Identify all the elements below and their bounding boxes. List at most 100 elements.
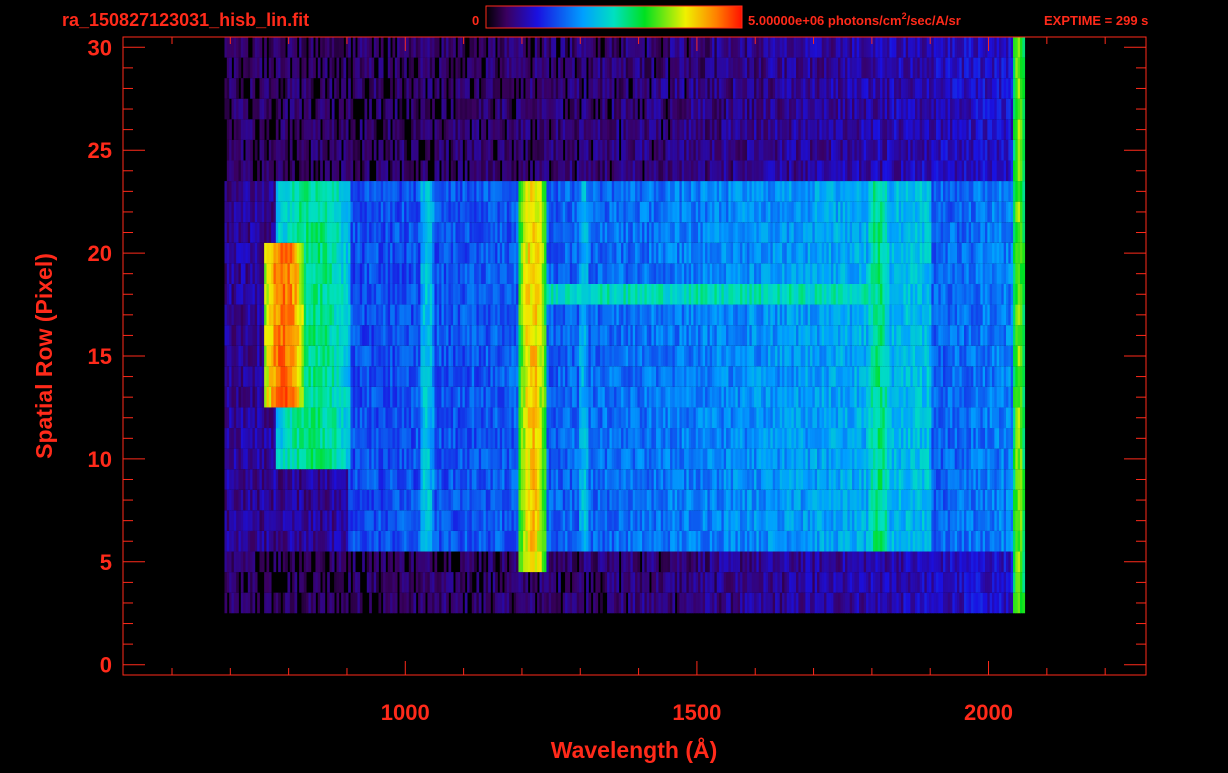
heatmap-cell (600, 530, 603, 552)
heatmap-cell (518, 304, 522, 326)
heatmap-cell (530, 304, 533, 326)
heatmap-cell (329, 428, 333, 449)
heatmap-cell (737, 407, 741, 429)
heatmap-cell (471, 428, 475, 449)
heatmap-cell (231, 407, 235, 429)
heatmap-cell (805, 386, 809, 408)
heatmap-cell (866, 345, 869, 367)
heatmap-cell (247, 510, 251, 531)
heatmap-cell (747, 386, 750, 408)
heatmap-cell (632, 366, 636, 387)
heatmap-cell (539, 572, 543, 593)
heatmap-cell (602, 530, 606, 552)
heatmap-cell (826, 325, 830, 346)
heatmap-cell (982, 530, 986, 552)
heatmap-cell (357, 530, 361, 552)
heatmap-cell (294, 448, 298, 470)
heatmap-cell (705, 304, 708, 326)
heatmap-cell (530, 469, 533, 490)
heatmap-cell (313, 428, 316, 449)
heatmap-cell (341, 304, 344, 326)
heatmap-cell (730, 386, 734, 408)
heatmap-cell (709, 489, 713, 511)
heatmap-cell (296, 304, 300, 326)
heatmap-cell (681, 530, 685, 552)
heatmap-cell (357, 510, 361, 531)
heatmap-cell (308, 366, 312, 387)
heatmap-cell (231, 592, 235, 614)
heatmap-cell (975, 572, 979, 593)
heatmap-cell (924, 386, 928, 408)
heatmap-cell (492, 366, 496, 387)
heatmap-cell (639, 428, 643, 449)
heatmap-cell (861, 366, 865, 387)
heatmap-cell (224, 407, 228, 429)
heatmap-cell (908, 592, 911, 614)
heatmap-cell (399, 551, 403, 573)
heatmap-cell (994, 386, 998, 408)
heatmap-cell (803, 448, 806, 470)
heatmap-cell (980, 530, 984, 552)
heatmap-cell (413, 366, 417, 387)
heatmap-cell (609, 530, 613, 552)
heatmap-cell (420, 386, 424, 408)
heatmap-cell (336, 530, 340, 552)
heatmap-cell (268, 304, 272, 326)
heatmap-cell (1022, 469, 1026, 490)
heatmap-cell (814, 551, 818, 573)
heatmap-cell (525, 592, 529, 614)
heatmap-cell (1017, 572, 1021, 593)
heatmap-cell (495, 592, 498, 614)
heatmap-cell (684, 489, 687, 511)
heatmap-cell (551, 530, 554, 552)
heatmap-cell (611, 530, 615, 552)
heatmap-cell (427, 407, 431, 429)
heatmap-cell (950, 386, 953, 408)
heatmap-cell (287, 386, 291, 408)
heatmap-cell (784, 510, 788, 531)
heatmap-cell (415, 551, 419, 573)
heatmap-cell (896, 386, 900, 408)
heatmap-cell (317, 304, 321, 326)
heatmap-cell (978, 448, 981, 470)
heatmap-cell (940, 551, 944, 573)
heatmap-cell (775, 551, 778, 573)
heatmap-cell (842, 366, 846, 387)
heatmap-cell (875, 551, 879, 573)
heatmap-cell (611, 366, 615, 387)
heatmap-cell (579, 366, 582, 387)
heatmap-cell (660, 551, 664, 573)
heatmap-cell (758, 366, 762, 387)
heatmap-cell (408, 489, 412, 511)
heatmap-cell (999, 489, 1002, 511)
heatmap-cell (448, 572, 452, 593)
heatmap-cell (282, 551, 286, 573)
heatmap-cell (355, 345, 358, 367)
heatmap-cell (989, 510, 993, 531)
heatmap-cell (350, 304, 354, 326)
heatmap-cell (691, 325, 694, 346)
heatmap-cell (672, 304, 676, 326)
heatmap-cell (352, 530, 356, 552)
heatmap-cell (658, 469, 662, 490)
heatmap-cell (343, 345, 347, 367)
heatmap-cell (681, 304, 685, 326)
heatmap-cell (744, 366, 748, 387)
heatmap-cell (693, 572, 697, 593)
heatmap-cell (894, 448, 897, 470)
heatmap-cell (842, 428, 846, 449)
heatmap-cell (399, 428, 403, 449)
heatmap-cell (947, 386, 951, 408)
heatmap-cell (971, 325, 974, 346)
heatmap-cell (254, 366, 258, 387)
heatmap-cell (282, 345, 286, 367)
heatmap-cell (436, 489, 440, 511)
heatmap-cell (583, 469, 587, 490)
heatmap-cell (285, 304, 288, 326)
heatmap-cell (707, 572, 711, 593)
heatmap-cell (772, 592, 776, 614)
heatmap-cell (436, 448, 440, 470)
heatmap-cell (859, 366, 862, 387)
heatmap-cell (352, 469, 356, 490)
heatmap-cell (490, 386, 494, 408)
